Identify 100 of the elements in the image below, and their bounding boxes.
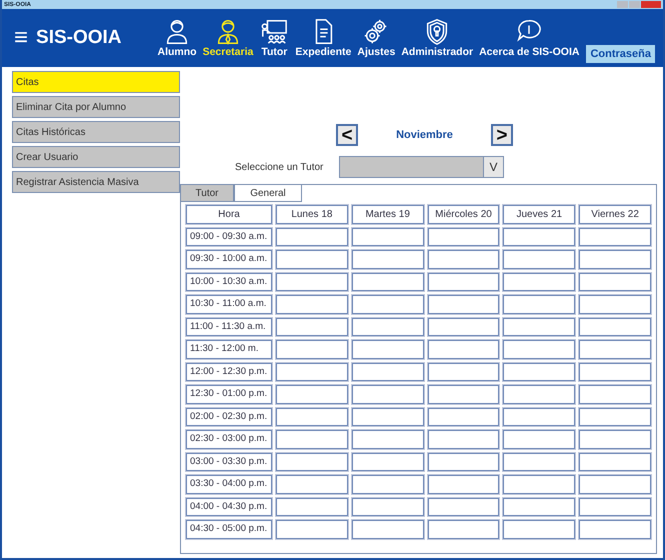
slot-cell[interactable] [502,249,576,270]
slot-cell[interactable] [578,272,652,292]
slot-cell[interactable] [578,519,652,540]
slot-cell[interactable] [426,519,500,540]
time-cell: 10:30 - 11:00 a.m. [185,294,273,314]
slot-cell[interactable] [502,474,576,494]
slot-cell[interactable] [275,519,349,540]
slot-cell[interactable] [275,272,349,292]
tab[interactable]: Tutor [180,184,234,202]
slot-cell[interactable] [502,429,576,450]
sidebar-item[interactable]: Eliminar Cita por Alumno [12,96,180,118]
slot-cell[interactable] [275,384,349,404]
slot-cell[interactable] [426,429,500,450]
slot-cell[interactable] [578,339,652,360]
previous-month-button[interactable]: < [336,124,358,146]
slot-cell[interactable] [350,294,425,314]
dropdown-button[interactable]: V [483,157,503,177]
slot-cell[interactable] [578,226,652,247]
slot-cell[interactable] [502,226,576,247]
slot-cell[interactable] [275,474,349,494]
time-cell: 12:00 - 12:30 p.m. [185,362,273,382]
slot-cell[interactable] [350,339,425,360]
nav-item[interactable]: Administrador [398,18,476,58]
password-button[interactable]: Contraseña [586,44,655,63]
slot-cell[interactable] [502,496,576,517]
slot-cell[interactable] [275,226,349,247]
slot-cell[interactable] [350,452,425,472]
slot-cell[interactable] [502,362,576,382]
slot-cell[interactable] [578,429,652,450]
nav-item[interactable]: Tutor [256,18,292,58]
slot-cell[interactable] [350,316,425,337]
slot-cell[interactable] [426,316,500,337]
slot-cell[interactable] [426,339,500,360]
slot-cell[interactable] [502,294,576,314]
time-cell: 04:00 - 04:30 p.m. [185,496,273,517]
slot-cell[interactable] [426,294,500,314]
slot-cell[interactable] [350,362,425,382]
slot-cell[interactable] [350,474,425,494]
slot-cell[interactable] [426,249,500,270]
tab[interactable]: General [234,184,302,202]
slot-cell[interactable] [275,339,349,360]
nav-item[interactable]: Expediente [292,18,354,58]
time-cell: 09:30 - 10:00 a.m. [185,249,273,270]
sidebar-item[interactable]: Registrar Asistencia Masiva [12,171,180,193]
slot-cell[interactable] [275,362,349,382]
slot-cell[interactable] [426,384,500,404]
time-cell: 10:00 - 10:30 a.m. [185,272,273,292]
tutor-dropdown[interactable]: V [339,156,504,178]
slot-cell[interactable] [502,339,576,360]
slot-cell[interactable] [502,272,576,292]
slot-cell[interactable] [275,294,349,314]
slot-cell[interactable] [578,384,652,404]
nav-item[interactable]: Secretaria [200,18,256,58]
slot-cell[interactable] [426,452,500,472]
slot-cell[interactable] [578,474,652,494]
slot-cell[interactable] [426,406,500,427]
slot-cell[interactable] [426,474,500,494]
slot-cell[interactable] [502,384,576,404]
slot-cell[interactable] [502,406,576,427]
sidebar-item[interactable]: Citas [12,71,180,93]
slot-cell[interactable] [275,406,349,427]
slot-cell[interactable] [350,496,425,517]
slot-cell[interactable] [426,272,500,292]
slot-cell[interactable] [275,496,349,517]
slot-cell[interactable] [502,519,576,540]
slot-cell[interactable] [350,406,425,427]
slot-cell[interactable] [578,452,652,472]
time-cell: 09:00 - 09:30 a.m. [185,226,273,247]
slot-cell[interactable] [275,452,349,472]
slot-cell[interactable] [502,316,576,337]
slot-cell[interactable] [578,496,652,517]
slot-cell[interactable] [578,362,652,382]
slot-cell[interactable] [275,249,349,270]
nav-item[interactable]: Ajustes [354,18,398,58]
slot-cell[interactable] [426,362,500,382]
slot-cell[interactable] [578,406,652,427]
slot-cell[interactable] [350,384,425,404]
time-cell: 03:30 - 04:00 p.m. [185,474,273,494]
tutor-label: Seleccione un Tutor [235,160,324,174]
sidebar-item[interactable]: Citas Históricas [12,121,180,143]
slot-cell[interactable] [502,452,576,472]
slot-cell[interactable] [426,496,500,517]
slot-cell[interactable] [350,429,425,450]
slot-cell[interactable] [275,316,349,337]
slot-cell[interactable] [426,226,500,247]
nav-item[interactable]: Acerca de SIS-OOIA [476,18,582,58]
next-month-button[interactable]: > [490,124,513,146]
time-cell: 12:30 - 01:00 p.m. [185,384,273,404]
slot-cell[interactable] [578,294,652,314]
slot-cell[interactable] [350,272,425,292]
menu-icon[interactable]: ≡ [14,26,28,50]
column-header: Jueves 21 [502,204,576,224]
slot-cell[interactable] [350,519,425,540]
slot-cell[interactable] [350,226,425,247]
sidebar-item[interactable]: Crear Usuario [12,146,180,168]
slot-cell[interactable] [578,249,652,270]
slot-cell[interactable] [578,316,652,337]
slot-cell[interactable] [275,429,349,450]
nav-item[interactable]: Alumno [154,18,200,58]
slot-cell[interactable] [350,249,425,270]
